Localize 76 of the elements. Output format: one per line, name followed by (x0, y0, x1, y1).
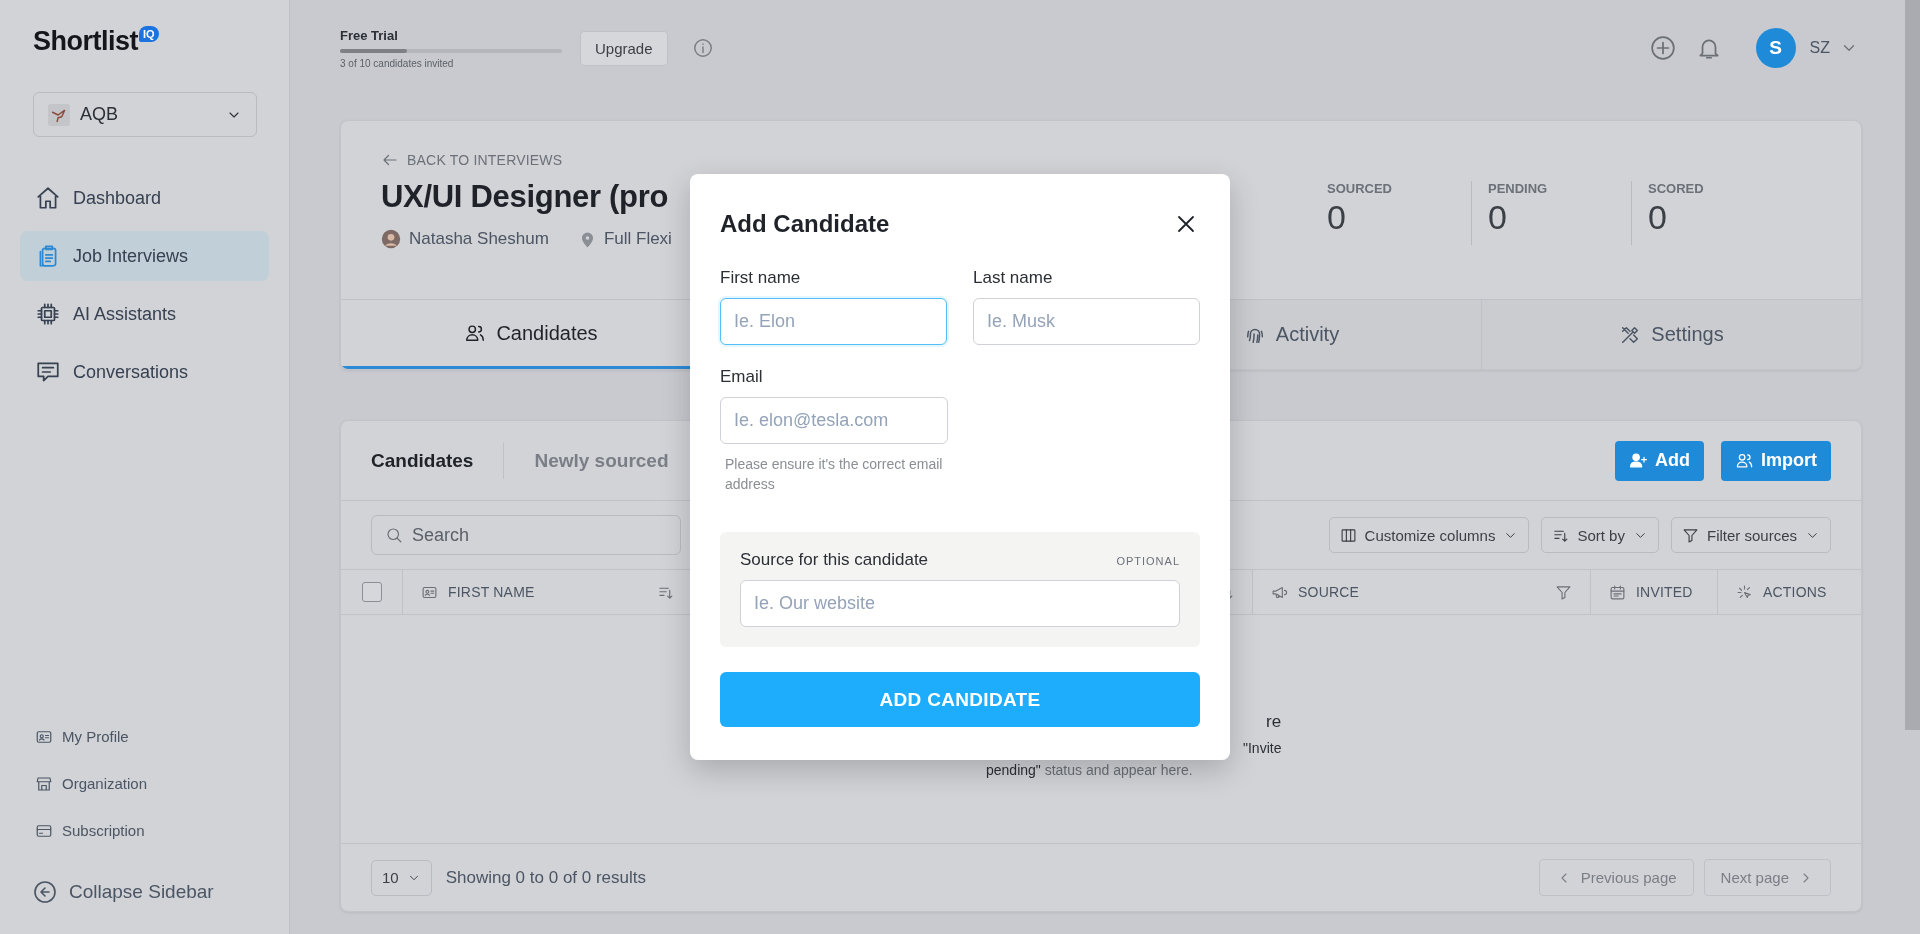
sidebar-link[interactable]: My Profile (20, 713, 269, 760)
empty-state-title: re (1266, 712, 1282, 732)
field-hint: Please ensure it's the correct email address (725, 455, 944, 494)
click-sparkle-icon (1736, 583, 1753, 601)
home-icon (35, 185, 61, 211)
field-label: Source for this candidate (740, 550, 929, 570)
field-label: First name (720, 268, 802, 288)
results-summary: Showing 0 to 0 of 0 results (445, 867, 647, 888)
owner-name: Natasha Sheshum (409, 229, 549, 249)
column-header[interactable]: FIRST NAME (448, 584, 535, 600)
organization-dropdown[interactable]: AQB (33, 92, 257, 137)
person-avatar-icon (381, 229, 401, 249)
stat-value: 0 (1327, 198, 1347, 237)
text-input-field[interactable]: Ie. Musk (973, 298, 1200, 345)
text-input-field[interactable]: Ie. Elon (720, 298, 947, 345)
sidebar-link[interactable]: Subscription (20, 807, 269, 854)
stat-value: 0 (1488, 198, 1508, 237)
users-icon (1735, 451, 1754, 470)
column-header[interactable]: INVITED (1636, 584, 1693, 600)
optional-tag: OPTIONAL (1116, 555, 1180, 567)
user-plus-icon (1629, 451, 1648, 470)
arrow-left-circle-icon (33, 880, 57, 904)
calendar-icon (1609, 583, 1626, 601)
empty-state-text: pending" status and appear here. (986, 762, 1193, 778)
next-page-button[interactable]: Next page (1703, 859, 1831, 896)
stat-label: PENDING (1488, 181, 1549, 196)
text-input-field[interactable]: Ie. Our website (740, 580, 1180, 627)
logo-badge: IQ (139, 26, 159, 42)
location-text: Full Flexi (603, 229, 672, 249)
search-field[interactable]: Search (371, 515, 681, 555)
field-label: Email (720, 367, 764, 387)
stat-value: 0 (1648, 198, 1668, 237)
users-icon (464, 322, 487, 344)
nav-item[interactable]: Dashboard (20, 173, 269, 223)
field-label: Last name (973, 268, 1054, 288)
list-tab[interactable]: Newly sourced (534, 449, 669, 472)
list-tab[interactable]: Candidates (371, 449, 474, 472)
stat-label: SCORED (1648, 181, 1705, 196)
add-circle-icon (1649, 35, 1676, 61)
toolbar-dropdown[interactable]: Sort by (1541, 517, 1659, 553)
column-header[interactable]: ACTIONS (1763, 584, 1827, 600)
toolbar-dropdown[interactable]: Customize columns (1328, 517, 1530, 553)
empty-state-text: "Invite (1243, 740, 1282, 756)
sidebar-link[interactable]: Organization (20, 760, 269, 807)
select-all-checkbox[interactable] (361, 582, 382, 602)
nav-item[interactable]: Job Interviews (20, 231, 269, 281)
upgrade-button[interactable]: Upgrade (580, 30, 668, 66)
add-button[interactable]: Add (1615, 440, 1704, 481)
chat-bubble-icon (35, 359, 61, 385)
job-title: UX/UI Designer (pro (381, 179, 670, 215)
filter-icon (1681, 526, 1699, 544)
avatar[interactable]: S (1755, 28, 1796, 68)
back-link[interactable]: BACK TO INTERVIEWS (381, 151, 1311, 169)
info-icon (691, 37, 714, 59)
user-initials[interactable]: SZ (1809, 39, 1830, 57)
job-tab[interactable]: Settings (1481, 300, 1861, 369)
text-input-field[interactable]: Ie. elon@tesla.com (720, 397, 948, 444)
plan-name: Free Trial (340, 27, 399, 43)
page-size-dropdown[interactable]: 10 (371, 859, 432, 896)
nav-item[interactable]: Conversations (20, 347, 269, 397)
search-icon (385, 526, 403, 544)
nav-item[interactable]: AI Assistants (20, 289, 269, 339)
column-header[interactable]: SOURCE (1298, 584, 1360, 600)
usage-text: 3 of 10 candidates invited (340, 57, 455, 69)
storefront-icon (35, 774, 53, 793)
dialog-title: Add Candidate (720, 210, 890, 238)
logo: Shortlist (33, 26, 138, 57)
filter-icon (1555, 583, 1572, 601)
scrollbar[interactable] (1905, 0, 1920, 730)
columns-icon (1339, 526, 1357, 544)
chip-icon (35, 301, 61, 327)
collapse-sidebar-button[interactable]: Collapse Sidebar (20, 872, 269, 912)
stat-label: SOURCED (1327, 181, 1393, 196)
toolbar-dropdown[interactable]: Filter sources (1670, 517, 1831, 553)
previous-page-button[interactable]: Previous page (1538, 859, 1694, 896)
import-button[interactable]: Import (1721, 440, 1831, 481)
